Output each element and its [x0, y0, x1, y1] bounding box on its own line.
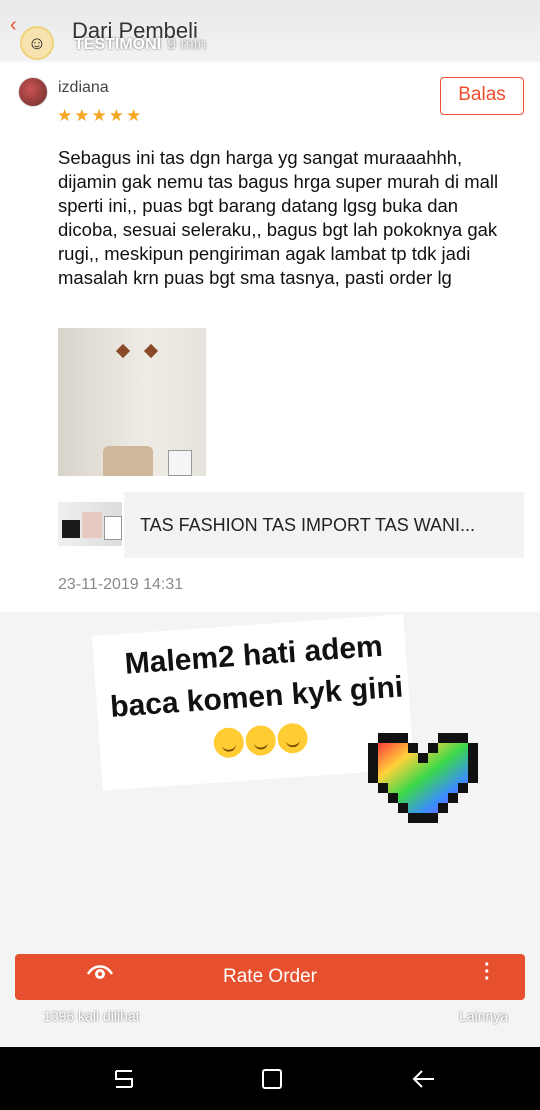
- story-time: 9 min: [167, 36, 207, 53]
- eye-icon: [86, 965, 114, 979]
- review-photo[interactable]: [58, 328, 206, 476]
- photo-bag: [168, 450, 192, 476]
- story-account-name[interactable]: TESTIMONI 9 min: [74, 36, 206, 54]
- star-rating: ★★★★★: [57, 106, 144, 125]
- product-thumbnail: [58, 502, 122, 546]
- back-icon[interactable]: [410, 1065, 438, 1093]
- review-date: 23-11-2019 14:31: [58, 576, 184, 593]
- thumb-bag: [82, 512, 102, 538]
- prayer-figure-icon: ☺: [27, 32, 47, 53]
- home-icon[interactable]: [258, 1065, 286, 1093]
- story-account-label: TESTIMONI: [74, 36, 162, 53]
- story-avatar: ☺: [20, 26, 54, 60]
- thumb-bag: [104, 516, 122, 540]
- review-card: izdiana ★★★★★ Balas Sebagus ini tas dgn …: [0, 62, 540, 612]
- hugging-face-icon: [244, 724, 277, 757]
- back-arrow-icon[interactable]: ‹: [10, 14, 17, 37]
- review-text: Sebagus ini tas dgn harga yg sangat mura…: [58, 147, 499, 288]
- photo-ornament: [115, 343, 131, 359]
- recent-apps-icon[interactable]: [110, 1065, 138, 1093]
- story-text-sticker: Malem2 hati adem baca komen kyk gini: [92, 614, 415, 791]
- view-count: 1096 kali dilihat: [43, 1008, 140, 1024]
- reply-button[interactable]: Balas: [440, 77, 524, 115]
- more-label[interactable]: Lainnya: [459, 1008, 508, 1024]
- rainbow-pixel-heart-icon: [368, 733, 478, 823]
- thumb-bag: [62, 520, 80, 538]
- photo-bag: [103, 446, 153, 476]
- reviewer-name: izdiana: [58, 79, 109, 96]
- photo-ornament: [143, 343, 159, 359]
- sticker-text: Malem2 hati adem baca komen kyk gini: [109, 629, 405, 724]
- sticker-text-block: Malem2 hati adem baca komen kyk gini: [103, 624, 411, 771]
- system-navigation-bar: [0, 1047, 540, 1110]
- kissing-face-icon: [276, 722, 309, 755]
- avatar[interactable]: [18, 77, 48, 107]
- product-box[interactable]: TAS FASHION TAS IMPORT TAS WANI...: [124, 492, 524, 558]
- product-link[interactable]: TAS FASHION TAS IMPORT TAS WANI...: [58, 492, 524, 558]
- hugging-face-icon: [212, 726, 245, 759]
- product-name: TAS FASHION TAS IMPORT TAS WANI...: [140, 515, 476, 535]
- more-vertical-icon[interactable]: · · ·: [484, 955, 491, 989]
